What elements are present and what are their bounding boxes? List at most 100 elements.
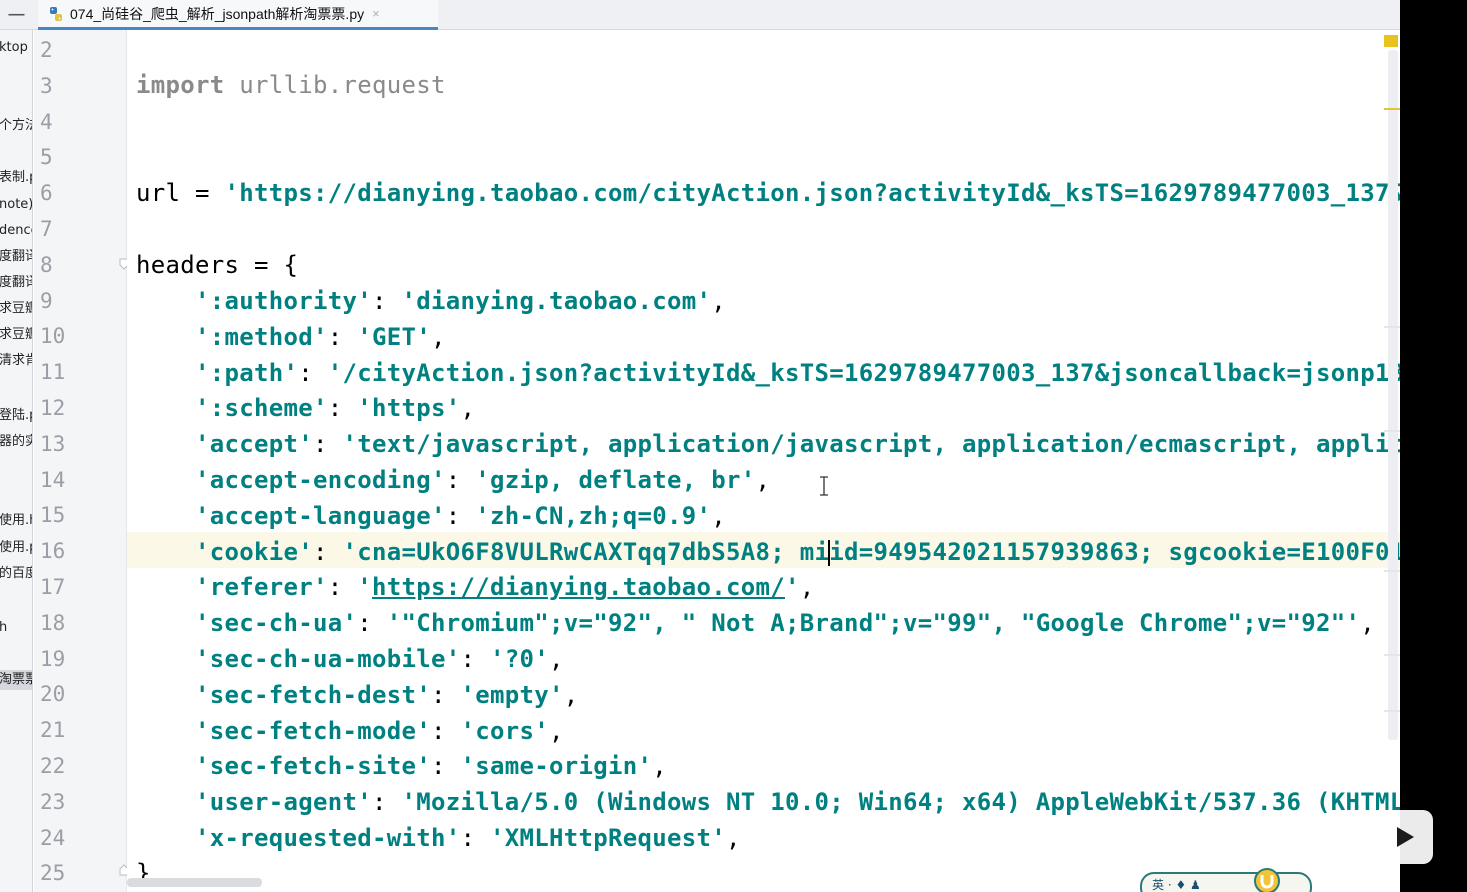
code-line-header: ':scheme': 'https', bbox=[195, 394, 476, 423]
code-line-url: url = 'https://dianying.taobao.com/cityA… bbox=[136, 175, 1400, 211]
tab-active-file[interactable]: 074_尚硅谷_爬虫_解析_jsonpath解析淘票票.py × bbox=[38, 0, 438, 30]
project-tree-item[interactable]: 使用.h bbox=[0, 511, 32, 531]
code-line-header: ':path': '/cityAction.json?activityId&_k… bbox=[136, 355, 1400, 391]
keyword-import: import bbox=[136, 71, 225, 99]
python-file-icon bbox=[50, 6, 62, 21]
project-tree-item[interactable]: note) bbox=[0, 195, 32, 215]
header-key: 'accept-encoding' bbox=[195, 466, 446, 494]
horizontal-scrollbar[interactable] bbox=[127, 878, 262, 887]
project-tree-item[interactable]: 度翻译 bbox=[0, 273, 32, 293]
line-number: 15 bbox=[40, 503, 66, 528]
code-line-header: 'sec-ch-ua-mobile': '?0', bbox=[195, 645, 564, 673]
tab-close-icon[interactable]: × bbox=[372, 6, 380, 21]
ime-status-badge[interactable]: 英 · ♦ ♟ bbox=[1140, 868, 1312, 892]
line-number-gutter: 2 3 4 5 6 7 8 9 10 11 12 13 14 15 16 17 18 19 20 21 22 23 24 25 bbox=[34, 30, 127, 892]
project-panel: ktop个方法表制.pnote)dence度翻译度翻译求豆瓣求豆瓣清求肯登陆.p… bbox=[0, 30, 33, 892]
headers-open: headers = { bbox=[136, 251, 299, 279]
header-key: ':authority' bbox=[195, 287, 372, 315]
line-number: 10 bbox=[40, 324, 66, 349]
line-number: 16 bbox=[40, 539, 66, 564]
code-line-header: 'cookie': 'cna=UkO6F8VULRwCAXTqq7dbS5A8;… bbox=[136, 534, 1400, 570]
project-tree-item[interactable]: 的百度 bbox=[0, 564, 32, 584]
error-stripe[interactable] bbox=[1384, 30, 1400, 892]
project-tree-item[interactable]: 表制.p bbox=[0, 168, 32, 188]
line-number: 19 bbox=[40, 646, 66, 671]
code-line-header: 'accept': 'text/javascript, application/… bbox=[136, 426, 1400, 462]
header-value-quote: ' bbox=[357, 573, 372, 602]
header-key: 'sec-fetch-site' bbox=[195, 752, 431, 781]
line-number: 11 bbox=[40, 360, 66, 385]
code-line-header: 'referer': 'https://dianying.taobao.com/… bbox=[195, 573, 815, 602]
video-side-strip bbox=[1400, 0, 1467, 892]
header-value: 'GET' bbox=[357, 322, 431, 351]
ime-logo-icon bbox=[1254, 868, 1280, 892]
code-line-header: 'user-agent': 'Mozilla/5.0 (Windows NT 1… bbox=[136, 784, 1400, 820]
code-line-header: 'accept-language': 'zh-CN,zh;q=0.9', bbox=[195, 501, 726, 530]
line-number: 21 bbox=[40, 718, 66, 743]
project-tree-item[interactable]: 求豆瓣 bbox=[0, 325, 32, 345]
stripe-mark[interactable] bbox=[1384, 108, 1400, 110]
code-line-header: 'sec-ch-ua': '"Chromium";v="92", " Not A… bbox=[195, 609, 1375, 638]
project-tree-item[interactable]: 个方法 bbox=[0, 116, 32, 136]
line-number: 5 bbox=[40, 145, 53, 170]
header-value: '"Chromium";v="92", " Not A;Brand";v="99… bbox=[386, 609, 1361, 638]
project-tree-item[interactable]: dence bbox=[0, 221, 32, 241]
stripe-mark[interactable] bbox=[1384, 430, 1400, 432]
project-tree-item[interactable]: ktop bbox=[0, 38, 32, 58]
code-line-header: ':authority': 'dianying.taobao.com', bbox=[195, 287, 726, 315]
project-tree-item[interactable]: 度翻译 bbox=[0, 247, 32, 267]
project-tree-item[interactable]: 登陆.p bbox=[0, 406, 32, 426]
header-key: 'sec-fetch-dest' bbox=[195, 680, 431, 709]
header-key: 'user-agent' bbox=[195, 788, 372, 817]
code-editor[interactable]: import urllib.request url = 'https://dia… bbox=[127, 30, 1400, 892]
header-value: 'gzip, deflate, br' bbox=[475, 466, 756, 494]
stripe-mark[interactable] bbox=[1384, 654, 1400, 656]
url-string: 'https://dianying.taobao.com/cityAction.… bbox=[224, 179, 1401, 207]
header-key: 'sec-ch-ua-mobile' bbox=[195, 645, 461, 673]
stripe-mark[interactable] bbox=[1384, 710, 1400, 712]
line-number: 17 bbox=[40, 575, 66, 599]
stripe-mark[interactable] bbox=[1384, 326, 1400, 328]
play-button[interactable] bbox=[1377, 810, 1433, 864]
project-tree-item[interactable]: 使用.p bbox=[0, 538, 32, 558]
warning-indicator-icon[interactable] bbox=[1384, 35, 1398, 47]
code-line-import: import urllib.request bbox=[136, 67, 446, 103]
header-key: 'accept-language' bbox=[195, 501, 446, 530]
header-value: 'text/javascript, application/javascript… bbox=[342, 430, 1401, 459]
header-key: 'sec-fetch-mode' bbox=[195, 716, 431, 745]
header-key: 'referer' bbox=[195, 573, 328, 602]
url-assign: url = bbox=[136, 179, 225, 207]
line-number: 13 bbox=[40, 431, 66, 456]
header-value: 'same-origin' bbox=[460, 752, 653, 781]
ime-label: 英 · ♦ ♟ bbox=[1152, 878, 1201, 892]
line-number: 3 bbox=[40, 73, 53, 98]
import-module: urllib.request bbox=[224, 71, 446, 99]
text-cursor-icon bbox=[820, 476, 828, 496]
play-icon bbox=[1397, 827, 1414, 847]
project-tree-item[interactable]: 淘票票 bbox=[0, 670, 32, 690]
project-tree-item[interactable]: 清求肯 bbox=[0, 351, 32, 371]
header-value: 'cors' bbox=[460, 716, 549, 745]
header-value: '?0' bbox=[490, 645, 549, 673]
header-key: ':scheme' bbox=[195, 394, 328, 423]
line-number: 12 bbox=[40, 396, 66, 420]
project-tree-item[interactable]: h bbox=[0, 618, 32, 638]
collapse-panel-button[interactable]: — bbox=[0, 0, 33, 30]
header-value-quote: ' bbox=[784, 573, 800, 602]
line-number: 2 bbox=[40, 38, 53, 62]
editor-tab-bar: — 074_尚硅谷_爬虫_解析_jsonpath解析淘票票.py × bbox=[0, 0, 1400, 30]
line-number: 7 bbox=[40, 217, 53, 241]
line-number: 8 bbox=[40, 252, 53, 277]
stripe-mark[interactable] bbox=[1384, 570, 1400, 572]
code-line-headers-open: headers = { bbox=[136, 247, 298, 283]
line-number: 9 bbox=[40, 288, 53, 313]
project-tree-item[interactable]: 器的实 bbox=[0, 432, 32, 452]
code-line-header: 'x-requested-with': 'XMLHttpRequest', bbox=[195, 824, 741, 852]
line-number: 25 bbox=[40, 861, 66, 886]
header-key: 'cookie' bbox=[195, 537, 313, 566]
line-number: 4 bbox=[40, 109, 53, 134]
code-line-header: 'accept-encoding': 'gzip, deflate, br', bbox=[195, 466, 771, 494]
tab-filename: 074_尚硅谷_爬虫_解析_jsonpath解析淘票票.py bbox=[70, 5, 365, 22]
header-value-link[interactable]: https://dianying.taobao.com/ bbox=[372, 573, 785, 601]
project-tree-item[interactable]: 求豆瓣 bbox=[0, 299, 32, 319]
